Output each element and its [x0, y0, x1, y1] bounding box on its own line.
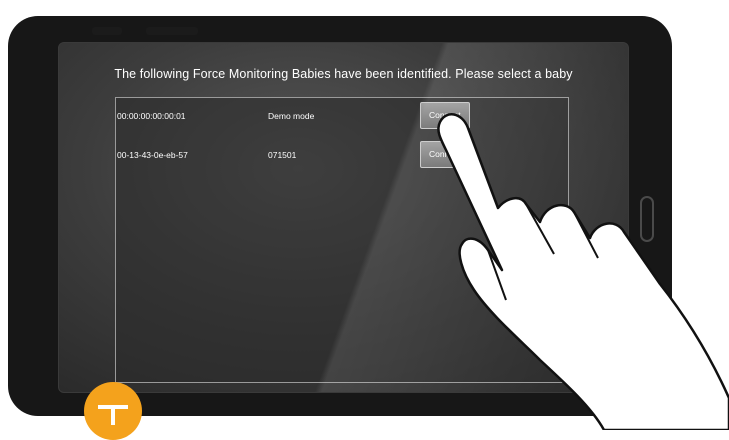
list-item: 00:00:00:00:00:01 Demo mode Connect — [116, 98, 568, 129]
device-id: 00-13-43-0e-eb-57 — [117, 150, 188, 160]
app-screen: The following Force Monitoring Babies ha… — [58, 42, 629, 393]
tablet-side-button — [640, 196, 654, 242]
tablet-hardware-button-right — [146, 27, 198, 35]
tablet-hardware-button-left — [92, 27, 122, 35]
connect-button[interactable]: Connect — [420, 102, 470, 129]
list-item: 00-13-43-0e-eb-57 071501 Connect — [116, 137, 568, 168]
device-name: Demo mode — [268, 111, 315, 121]
connect-button[interactable]: Connect — [420, 141, 470, 168]
page-title: The following Force Monitoring Babies ha… — [114, 67, 573, 81]
device-id: 00:00:00:00:00:01 — [117, 111, 186, 121]
device-list: 00:00:00:00:00:01 Demo mode Connect 00-1… — [115, 97, 569, 383]
device-name: 071501 — [268, 150, 297, 160]
t-letter-badge-icon — [84, 382, 142, 440]
